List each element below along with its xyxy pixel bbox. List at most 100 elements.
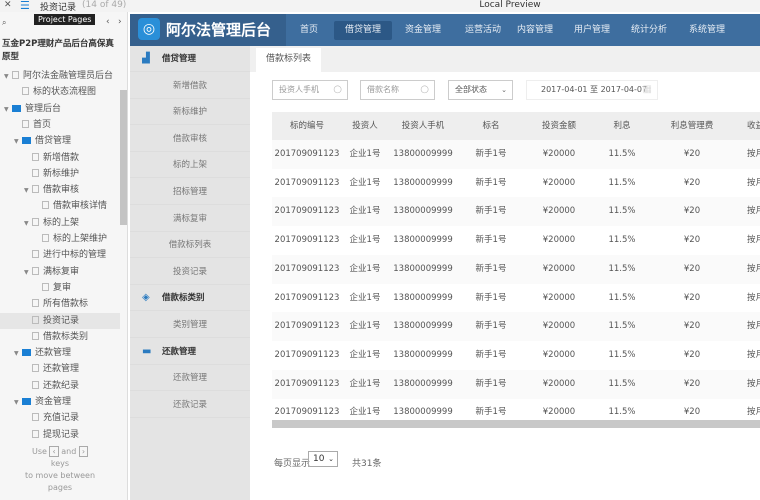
tree-item[interactable]: 还款管理 — [0, 361, 120, 377]
nav-item[interactable]: 统计分析 — [620, 21, 678, 40]
tree-item[interactable]: ▼ 满标复审 — [0, 264, 120, 280]
hint-text: pages — [47, 483, 73, 492]
tree-item[interactable]: ▼ 资金管理 — [0, 394, 120, 410]
tree-item[interactable]: ▼ 借款审核 — [0, 182, 120, 198]
sidebar-item[interactable]: 借款审核 — [130, 126, 250, 152]
app-logo[interactable]: ◎ 阿尔法管理后台 — [130, 14, 286, 46]
table-cell: 13800009999 — [393, 177, 453, 188]
tree-item[interactable]: 投资记录 — [0, 312, 120, 329]
tree-item[interactable]: ▼ 管理后台 — [0, 101, 120, 117]
tree-item[interactable]: 充值记录 — [0, 410, 120, 426]
sidebar-item[interactable]: 投资记录 — [130, 259, 250, 285]
sidebar-item[interactable]: 还款管理 — [130, 365, 250, 392]
table-row[interactable]: 201709091123 企业1号 13800009999 新手1号 ¥20000 11.… — [272, 369, 760, 399]
per-page-select[interactable]: 10 ⌄ — [308, 451, 338, 467]
table-row[interactable]: 201709091123 企业1号 13800009999 新手1号 ¥20000 11.… — [272, 197, 760, 227]
table-cell: ¥20000 — [542, 206, 576, 217]
expand-icon[interactable]: ▼ — [24, 216, 32, 232]
tree-item[interactable]: 提现记录 — [0, 427, 120, 443]
prev-page-button[interactable]: ‹ — [106, 17, 110, 27]
expand-icon[interactable]: ▼ — [14, 395, 22, 411]
sidebar-group-header[interactable]: ▟ 借贷管理 — [130, 46, 250, 72]
sidebar-item[interactable]: 类别管理 — [130, 312, 250, 338]
nav-item[interactable]: 首页 — [280, 21, 338, 40]
sidebar-item[interactable]: 招标管理 — [130, 179, 250, 205]
tree-item-label: 还款纪录 — [43, 380, 80, 391]
date-range-input[interactable]: 2017-04-01 至 2017-04-07 ▦ — [526, 80, 658, 100]
nav-item[interactable]: 资金管理 — [394, 21, 452, 40]
table-row[interactable]: 201709091123 企业1号 13800009999 新手1号 ¥20000 11.… — [272, 140, 760, 169]
table-cell: 201709091123 — [274, 378, 340, 389]
page-icon — [32, 152, 39, 161]
sidebar-item[interactable]: 新增借款 — [130, 73, 250, 99]
column-header: 投资金额 — [524, 112, 594, 140]
loan-name-input[interactable]: 借款名称 ○ — [360, 80, 435, 100]
nav-item[interactable]: 运营活动 — [454, 21, 512, 40]
tree-item[interactable]: 新增借款 — [0, 150, 120, 166]
tree-item-label: 管理后台 — [25, 103, 62, 114]
tree-item[interactable]: 借款审核详情 — [0, 198, 120, 214]
sidebar-item[interactable]: 满标复审 — [130, 206, 250, 232]
tree-item[interactable]: ▼ 还款管理 — [0, 345, 120, 361]
investor-phone-input[interactable]: 投资人手机 ○ — [272, 80, 348, 100]
sidebar-group-header[interactable]: ◈ 借款标类别 — [130, 285, 250, 312]
expand-icon[interactable]: ▼ — [24, 265, 32, 281]
nav-item[interactable]: 借贷管理 — [334, 21, 392, 40]
table-row[interactable]: 201709091123 企业1号 13800009999 新手1号 ¥20000 11.… — [272, 312, 760, 342]
tree-item-label: 借贷管理 — [35, 136, 72, 147]
tree-item[interactable]: 新标维护 — [0, 166, 120, 182]
hint-text: Use — [31, 447, 47, 456]
tree-item[interactable]: ▼ 借贷管理 — [0, 133, 120, 149]
tree-item[interactable]: ▼ 标的上架 — [0, 215, 120, 231]
folder-icon — [22, 398, 31, 405]
tab-loan-list[interactable]: 借款标列表 — [256, 48, 322, 72]
table-row[interactable]: 201709091123 企业1号 13800009999 新手1号 ¥20000 11.… — [272, 254, 760, 284]
tree-item[interactable]: 标的上架维护 — [0, 231, 120, 247]
status-select[interactable]: 全部状态 ⌄ — [448, 80, 513, 100]
table-cell: ¥20000 — [542, 149, 576, 159]
expand-icon[interactable]: ▼ — [14, 346, 22, 362]
nav-item[interactable]: 内容管理 — [506, 21, 564, 40]
table-row[interactable]: 201709091123 企业1号 13800009999 新手1号 ¥20000 11.… — [272, 226, 760, 255]
placeholder: 投资人手机 — [279, 85, 319, 94]
sidebar-item[interactable]: 借款标列表 — [130, 232, 250, 259]
sub-sidebar: ▟ 借贷管理 新增借款 新标维护 借款审核 标的上架 招标管理 满标复审 借款标列表 投资记录 ◈ 借… — [130, 46, 250, 500]
table-cell: 新手1号 — [475, 263, 507, 274]
page-icon — [22, 119, 29, 128]
table-row[interactable]: 201709091123 企业1号 13800009999 新手1号 ¥20000 11.… — [272, 169, 760, 198]
table-cell: 11.5% — [608, 149, 636, 159]
tree-item[interactable]: 进行中标的管理 — [0, 247, 120, 263]
expand-icon[interactable]: ▼ — [14, 134, 22, 150]
expand-icon[interactable]: ▼ — [24, 183, 32, 199]
search-icon[interactable]: ⌕ — [2, 18, 6, 28]
search-icon[interactable]: ○ — [333, 81, 342, 99]
tree-item[interactable]: 标的状态流程图 — [0, 84, 120, 100]
tree-item[interactable]: 所有借款标 — [0, 296, 120, 312]
tree-item[interactable]: 借款标类别 — [0, 329, 120, 345]
tree-item[interactable]: ▼ 阿尔法金融管理员后台 — [0, 68, 120, 84]
sidebar-group-header[interactable]: ▬ 还款管理 — [130, 339, 250, 365]
table-cell: 201709091123 — [274, 263, 340, 274]
folder-icon — [22, 349, 31, 357]
per-page-value: 10 — [313, 454, 325, 464]
sidebar-item[interactable]: 还款记录 — [130, 392, 250, 418]
next-page-button[interactable]: › — [118, 17, 122, 27]
sidebar-item[interactable]: 标的上架 — [130, 152, 250, 179]
table-horizontal-scrollbar[interactable] — [272, 420, 760, 428]
table-row[interactable]: 201709091123 企业1号 13800009999 新手1号 ¥20000 11.… — [272, 341, 760, 370]
card-icon: ▬ — [142, 345, 152, 357]
table-cell: 13800009999 — [393, 206, 453, 217]
tree-item[interactable]: 首页 — [0, 117, 120, 133]
nav-item[interactable]: 用户管理 — [563, 21, 621, 40]
nav-item[interactable]: 系统管理 — [678, 21, 736, 40]
expand-icon[interactable]: ▼ — [4, 102, 12, 118]
table-row[interactable]: 201709091123 企业1号 13800009999 新手1号 ¥20000 11.… — [272, 284, 760, 313]
sidebar-item[interactable]: 新标维护 — [130, 99, 250, 126]
expand-icon[interactable]: ▼ — [4, 69, 12, 85]
tree-item[interactable]: 还款纪录 — [0, 378, 120, 394]
calendar-icon[interactable]: ▦ — [643, 81, 652, 99]
table-cell: 201709091123 — [274, 177, 340, 188]
search-icon[interactable]: ○ — [420, 81, 429, 99]
tree-item[interactable]: 复审 — [0, 280, 120, 296]
tree-scrollbar[interactable] — [120, 90, 127, 225]
